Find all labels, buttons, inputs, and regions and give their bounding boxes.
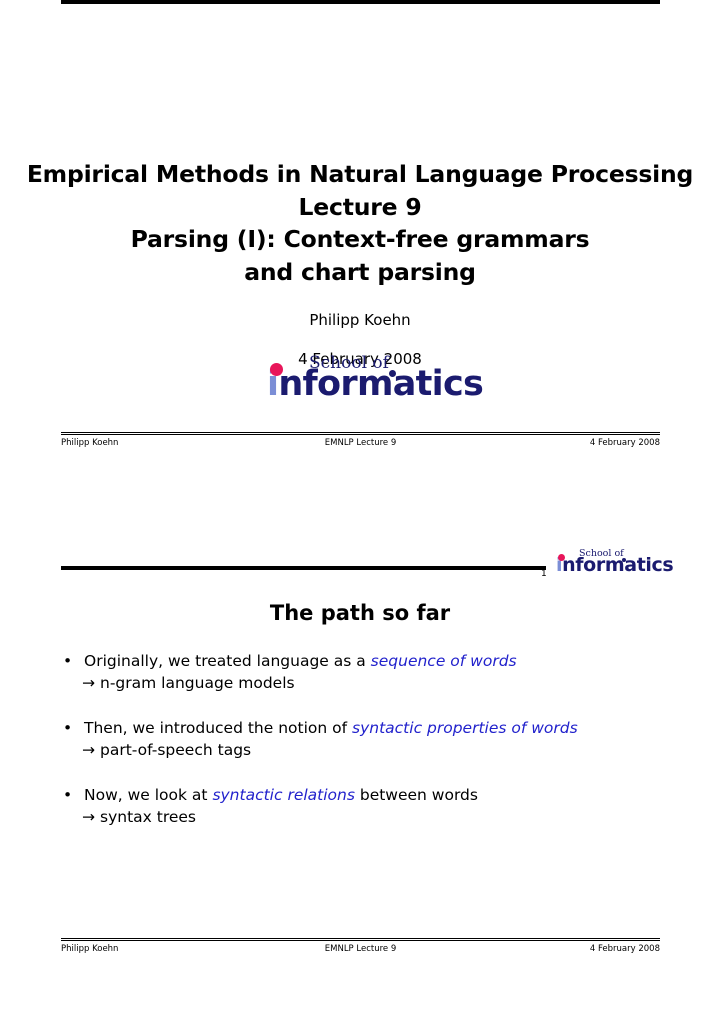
bullet-dot-icon: • [63, 652, 73, 670]
bullet-primary-line: • Originally, we treated language as a se… [61, 651, 661, 672]
logo-navy-dot-icon [389, 370, 396, 377]
arrow-right-icon: → [82, 808, 95, 826]
footer-rule-lower [61, 940, 660, 941]
title-line-3: Parsing (I): Context-free grammars [130, 225, 590, 253]
footer-course: EMNLP Lecture 9 [324, 944, 397, 954]
bullet-dot-icon: • [63, 719, 73, 737]
bullet-text-after: between words [354, 786, 478, 804]
list-item: • Originally, we treated language as a se… [61, 651, 661, 694]
title-slide-top-rule [61, 0, 660, 4]
title-slide-footer: Philipp Koehn EMNLP Lecture 9 4 February… [61, 432, 660, 453]
bullet-text-before: Now, we look at [84, 786, 213, 804]
page-number: 1 [541, 569, 547, 579]
logo-school-of-text: School of [579, 548, 624, 559]
footer-rule-lower [61, 434, 660, 435]
school-of-informatics-logo-header: School of informatics [556, 549, 674, 575]
footer-date: 4 February 2008 [589, 438, 660, 448]
title-slide: Empirical Methods in Natural Language Pr… [0, 0, 720, 505]
bullet-primary-line: • Then, we introduced the notion of synta… [61, 718, 661, 739]
footer-rule-upper [61, 938, 660, 939]
logo-school-of-text: School of [309, 353, 389, 373]
slide-heading: The path so far [269, 601, 451, 625]
school-of-informatics-logo: School of informatics [267, 355, 484, 402]
footer-rule-upper [61, 432, 660, 433]
bullet-highlight: sequence of words [370, 652, 517, 670]
list-item: • Then, we introduced the notion of synta… [61, 718, 661, 761]
footer-date: 4 February 2008 [589, 944, 660, 954]
bullet-text-before: Originally, we treated language as a [84, 652, 371, 670]
title-line-1: Empirical Methods in Natural Language Pr… [26, 160, 694, 188]
bullet-sub-text: part-of-speech tags [100, 741, 252, 759]
bullet-text-before: Then, we introduced the notion of [84, 719, 353, 737]
logo-pink-dot-icon [270, 363, 283, 376]
bullet-sub-line: → n-gram language models [61, 673, 661, 694]
list-item: • Now, we look at syntactic relations bet… [61, 785, 661, 828]
bullet-dot-icon: • [63, 786, 73, 804]
bullet-sub-line: → part-of-speech tags [61, 740, 661, 761]
bullet-sub-text: syntax trees [100, 808, 197, 826]
content-slide-footer: Philipp Koehn EMNLP Lecture 9 4 February… [61, 938, 660, 959]
bullet-highlight: syntactic properties of words [352, 719, 578, 737]
author-name: Philipp Koehn [309, 311, 411, 329]
bullet-sub-line: → syntax trees [61, 807, 661, 828]
title-line-2: Lecture 9 [298, 192, 422, 221]
bullet-list: • Originally, we treated language as a se… [61, 651, 661, 852]
arrow-right-icon: → [82, 741, 95, 759]
bullet-sub-text: n-gram language models [100, 674, 295, 692]
page-title: Empirical Methods in Natural Language Pr… [0, 158, 720, 288]
footer-course: EMNLP Lecture 9 [324, 438, 397, 448]
arrow-right-icon: → [82, 674, 95, 692]
content-slide-top-rule [61, 566, 546, 570]
logo-navy-dot-icon [622, 558, 626, 562]
bullet-highlight: syntactic relations [212, 786, 355, 804]
logo-pink-dot-icon [558, 554, 565, 561]
title-line-4: and chart parsing [244, 257, 476, 286]
bullet-primary-line: • Now, we look at syntactic relations bet… [61, 785, 661, 806]
